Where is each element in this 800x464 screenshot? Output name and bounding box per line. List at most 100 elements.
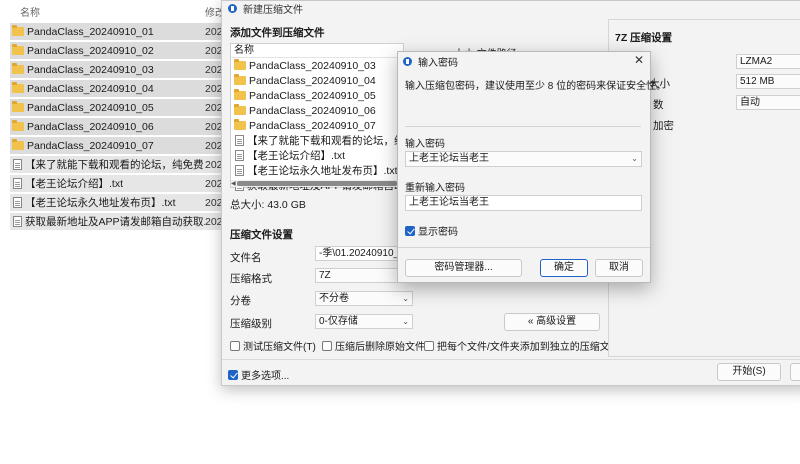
- window-titlebar: 新建压缩文件: [222, 1, 800, 16]
- password-description: 输入压缩包密码，建议使用至少 8 位的密码来保证安全性。: [405, 81, 667, 92]
- file-list-row[interactable]: 【老王论坛永久地址发布页】.txt: [231, 163, 403, 178]
- explorer-row[interactable]: PandaClass_20240910_042024: [10, 80, 225, 97]
- file-icon: [13, 178, 22, 189]
- explorer-row-name: PandaClass_20240910_02: [27, 44, 154, 57]
- file-list-row[interactable]: PandaClass_20240910_06: [231, 103, 403, 118]
- cancel-button[interactable]: 取消: [595, 259, 643, 277]
- encryption-label: 加密: [653, 120, 674, 132]
- dictionary-size-select[interactable]: 512 MB: [736, 74, 800, 89]
- chevron-down-icon: ⌄: [402, 294, 409, 303]
- enter-password-input[interactable]: 上老王论坛当老王 ⌄: [405, 151, 642, 167]
- folder-icon: [234, 74, 246, 85]
- file-list-row[interactable]: PandaClass_20240910_05: [231, 88, 403, 103]
- reenter-password-label: 重新输入密码: [405, 183, 465, 194]
- show-password-label: 显示密码: [418, 227, 458, 238]
- file-list-row[interactable]: PandaClass_20240910_03: [231, 58, 403, 73]
- explorer-row[interactable]: PandaClass_20240910_032024: [10, 61, 225, 78]
- total-size: 总大小: 43.0 GB: [230, 199, 306, 211]
- more-options-checkbox[interactable]: 更多选项...: [228, 367, 289, 382]
- app-logo-icon: [228, 3, 237, 13]
- explorer-row[interactable]: 获取最新地址及APP请发邮箱自动获取.txt 202: [10, 213, 225, 230]
- folder-icon: [234, 89, 246, 100]
- password-dialog: 输入密码 ✕ 输入压缩包密码，建议使用至少 8 位的密码来保证安全性。 输入密码…: [397, 51, 666, 283]
- reenter-password-input[interactable]: 上老王论坛当老王: [405, 195, 642, 211]
- test-archive-checkbox[interactable]: 测试压缩文件(T): [230, 338, 316, 353]
- explorer-row[interactable]: PandaClass_20240910_022024: [10, 42, 225, 59]
- file-list[interactable]: 名称 PandaClass_20240910_03 PandaClass_2024…: [230, 43, 404, 192]
- folder-icon: [234, 59, 246, 70]
- more-options-label: 更多选项...: [241, 371, 290, 382]
- file-explorer: 名称 修改 PandaClass_20240910_012024PandaCla…: [0, 0, 225, 464]
- enter-password-label: 输入密码: [405, 139, 445, 150]
- file-list-row-name: PandaClass_20240910_06: [249, 104, 376, 117]
- checkbox-box[interactable]: [322, 340, 332, 351]
- show-password-checkbox[interactable]: 显示密码: [405, 223, 458, 238]
- divider: [398, 247, 650, 248]
- checkbox-box[interactable]: [230, 340, 240, 351]
- level-value: 0-仅存储: [319, 316, 358, 327]
- explorer-row[interactable]: 【来了就能下载和观看的论坛，纯免费！】.txt202: [10, 156, 225, 173]
- delete-source-checkbox[interactable]: 压缩后删除原始文件: [322, 338, 425, 353]
- add-files-title: 添加文件到压缩文件: [230, 27, 325, 39]
- file-icon: [13, 197, 22, 208]
- threads-label: 数: [653, 99, 664, 111]
- 7z-settings-title: 7Z 压缩设置: [615, 32, 673, 44]
- file-list-row-name: 【来了就能下载和观看的论坛，纯免费！】: [247, 135, 403, 147]
- file-list-column-name[interactable]: 名称: [234, 45, 254, 56]
- split-value: 不分卷: [319, 293, 349, 304]
- file-list-row[interactable]: PandaClass_20240910_04: [231, 73, 403, 88]
- explorer-row-name: PandaClass_20240910_01: [27, 25, 154, 38]
- file-icon: [13, 159, 22, 170]
- chevron-down-icon: ⌄: [402, 317, 409, 326]
- split-label: 分卷: [230, 295, 251, 307]
- checkbox-checked-box[interactable]: [405, 225, 415, 236]
- horizontal-scrollbar[interactable]: ◀: [231, 180, 403, 187]
- filename-label: 文件名: [230, 252, 262, 264]
- explorer-row[interactable]: PandaClass_20240910_012024: [10, 23, 225, 40]
- explorer-row[interactable]: 【老王论坛介绍】.txt 202: [10, 175, 225, 192]
- scroll-left-icon[interactable]: ◀: [231, 180, 236, 187]
- advanced-settings-button[interactable]: « 高级设置: [504, 313, 600, 331]
- dictionary-size-value: 512 MB: [740, 76, 775, 87]
- file-icon: [235, 150, 244, 161]
- bottom-bar: 更多选项... 开始(S): [222, 359, 800, 385]
- close-icon[interactable]: ✕: [634, 53, 644, 67]
- explorer-row[interactable]: 【老王论坛永久地址发布页】.txt 202: [10, 194, 225, 211]
- filename-input[interactable]: -季\01.20240910_第一: [315, 246, 401, 261]
- chevron-down-icon[interactable]: ⌄: [631, 152, 638, 165]
- folder-icon: [12, 25, 24, 36]
- folder-icon: [234, 119, 246, 130]
- threads-select[interactable]: 自动: [736, 95, 800, 110]
- cancel-button-partial[interactable]: [790, 363, 800, 381]
- level-select[interactable]: 0-仅存储 ⌄: [315, 314, 413, 329]
- checkbox-checked-box[interactable]: [228, 369, 238, 380]
- folder-icon: [12, 101, 24, 112]
- explorer-row-name: PandaClass_20240910_03: [27, 63, 154, 76]
- scrollbar-thumb[interactable]: [237, 181, 397, 186]
- split-select[interactable]: 不分卷 ⌄: [315, 291, 413, 306]
- threads-value: 自动: [740, 97, 760, 108]
- file-list-row-name: PandaClass_20240910_04: [249, 74, 376, 87]
- format-select[interactable]: 7Z: [315, 268, 401, 283]
- delete-source-label: 压缩后删除原始文件: [335, 342, 425, 353]
- file-list-row[interactable]: 【来了就能下载和观看的论坛，纯免费！】: [231, 133, 403, 148]
- enter-password-value: 上老王论坛当老王: [409, 153, 489, 164]
- ok-button[interactable]: 确定: [540, 259, 588, 277]
- explorer-row-name: 【老王论坛永久地址发布页】.txt: [25, 197, 176, 209]
- format-value: 7Z: [319, 270, 331, 281]
- checkbox-box[interactable]: [424, 340, 434, 351]
- file-list-row[interactable]: PandaClass_20240910_07: [231, 118, 403, 133]
- compression-method-select[interactable]: LZMA2: [736, 54, 800, 69]
- explorer-row[interactable]: PandaClass_20240910_052024: [10, 99, 225, 116]
- explorer-row[interactable]: PandaClass_20240910_072024: [10, 137, 225, 154]
- separate-archives-checkbox[interactable]: 把每个文件/文件夹添加到独立的压缩文件: [424, 338, 620, 353]
- password-manager-button[interactable]: 密码管理器...: [405, 259, 522, 277]
- column-name[interactable]: 名称: [20, 4, 40, 19]
- explorer-row-name: 【老王论坛介绍】.txt: [25, 178, 124, 190]
- divider: [405, 126, 641, 127]
- file-list-header: 名称: [231, 44, 403, 58]
- explorer-row-name: 【来了就能下载和观看的论坛，纯免费！】.txt: [25, 159, 205, 171]
- explorer-row[interactable]: PandaClass_20240910_062024: [10, 118, 225, 135]
- start-button[interactable]: 开始(S): [717, 363, 781, 381]
- file-list-row[interactable]: 【老王论坛介绍】.txt: [231, 148, 403, 163]
